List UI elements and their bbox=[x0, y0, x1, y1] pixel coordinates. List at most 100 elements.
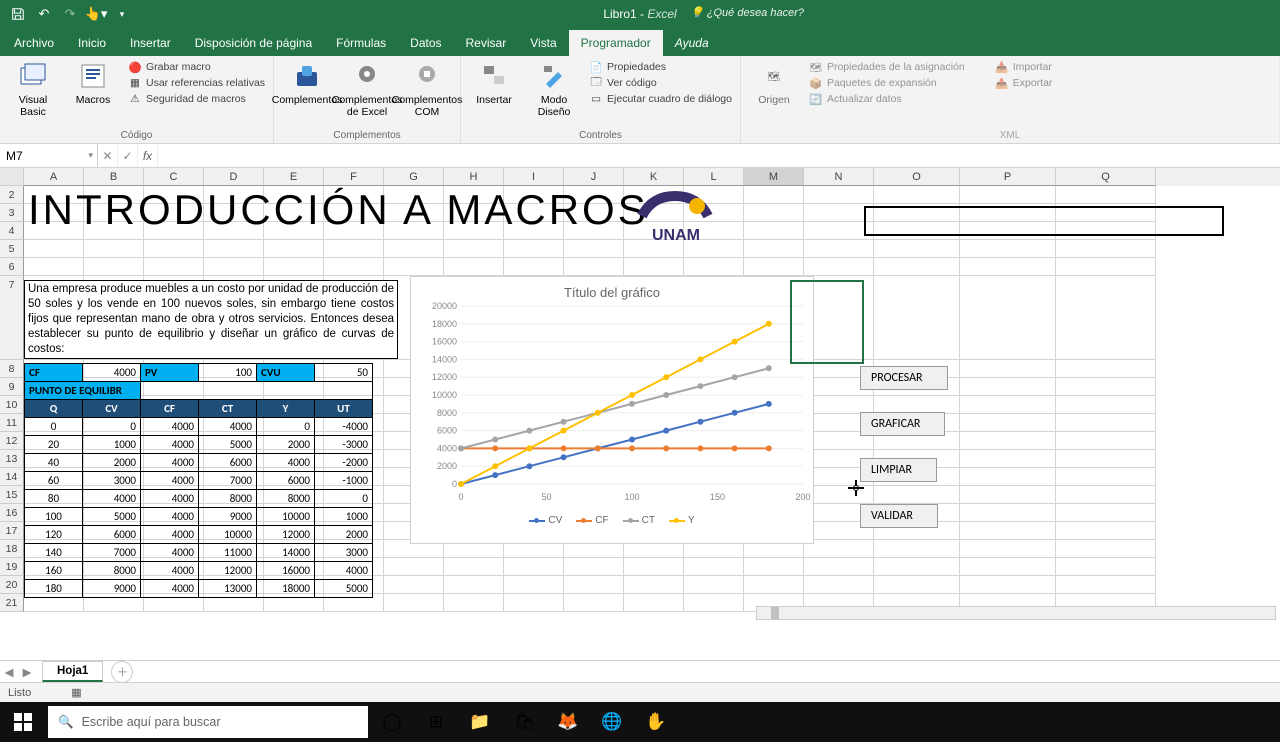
col-header-C[interactable]: C bbox=[144, 168, 204, 186]
row-header-16[interactable]: 16 bbox=[0, 504, 24, 522]
row-header-2[interactable]: 2 bbox=[0, 186, 24, 204]
row-header-4[interactable]: 4 bbox=[0, 222, 24, 240]
view-code-button[interactable]: 🗔Ver código bbox=[589, 76, 732, 90]
macro-button-limpiar[interactable]: LIMPIAR bbox=[860, 458, 937, 482]
taskbar-explorer-icon[interactable]: 📁 bbox=[458, 702, 502, 742]
excel-addins-button[interactable]: Complementos de Excel bbox=[342, 60, 392, 118]
row-header-7[interactable]: 7 bbox=[0, 276, 24, 360]
undo-icon[interactable]: ↶ bbox=[32, 2, 56, 26]
taskbar-store-icon[interactable]: 🛍 bbox=[502, 702, 546, 742]
macros-button[interactable]: Macros bbox=[68, 60, 118, 106]
col-header-O[interactable]: O bbox=[874, 168, 960, 186]
row-header-19[interactable]: 19 bbox=[0, 558, 24, 576]
row-header-9[interactable]: 9 bbox=[0, 378, 24, 396]
row-header-11[interactable]: 11 bbox=[0, 414, 24, 432]
taskbar-chrome-icon[interactable]: 🌐 bbox=[590, 702, 634, 742]
tell-me-search[interactable]: ¿Qué desea hacer? bbox=[690, 6, 804, 19]
xml-source-button[interactable]: 🗺Origen bbox=[749, 60, 799, 106]
tab-revisar[interactable]: Revisar bbox=[454, 30, 519, 56]
sheet-nav-next[interactable]: ▶ bbox=[18, 665, 36, 679]
row-header-6[interactable]: 6 bbox=[0, 258, 24, 276]
taskbar-firefox-icon[interactable]: 🦊 bbox=[546, 702, 590, 742]
fx-icon[interactable]: fx bbox=[138, 144, 158, 167]
relative-refs-button[interactable]: ▦Usar referencias relativas bbox=[128, 76, 265, 90]
taskbar-taskview-icon[interactable]: ⊞ bbox=[414, 702, 458, 742]
refresh-data-button[interactable]: 🔄Actualizar datos bbox=[809, 92, 965, 106]
horizontal-scrollbar[interactable] bbox=[756, 606, 1276, 620]
qat-customize-icon[interactable]: ▾ bbox=[110, 2, 134, 26]
insert-control-button[interactable]: Insertar bbox=[469, 60, 519, 106]
touch-mode-icon[interactable]: 👆▾ bbox=[84, 2, 108, 26]
chart[interactable]: Título del gráfico 020004000600080001000… bbox=[410, 276, 814, 544]
col-header-D[interactable]: D bbox=[204, 168, 264, 186]
tab-inicio[interactable]: Inicio bbox=[66, 30, 118, 56]
col-header-G[interactable]: G bbox=[384, 168, 444, 186]
col-header-I[interactable]: I bbox=[504, 168, 564, 186]
macro-button-procesar[interactable]: PROCESAR bbox=[860, 366, 948, 390]
tab-archivo[interactable]: Archivo bbox=[2, 30, 66, 56]
enter-formula-icon[interactable]: ✓ bbox=[118, 144, 138, 167]
import-button[interactable]: 📥Importar bbox=[995, 60, 1053, 74]
row-header-12[interactable]: 12 bbox=[0, 432, 24, 450]
tab-datos[interactable]: Datos bbox=[398, 30, 453, 56]
taskbar-app-icon[interactable]: ✋ bbox=[634, 702, 678, 742]
macro-button-validar[interactable]: VALIDAR bbox=[860, 504, 938, 528]
macro-button-graficar[interactable]: GRAFICAR bbox=[860, 412, 945, 436]
addins-button[interactable]: Complementos bbox=[282, 60, 332, 106]
tab-disposicion[interactable]: Disposición de página bbox=[183, 30, 324, 56]
row-header-14[interactable]: 14 bbox=[0, 468, 24, 486]
col-header-J[interactable]: J bbox=[564, 168, 624, 186]
run-dialog-button[interactable]: ▭Ejecutar cuadro de diálogo bbox=[589, 92, 732, 106]
com-addins-button[interactable]: Complementos COM bbox=[402, 60, 452, 118]
worksheet-grid[interactable]: ABCDEFGHIJKLMNOPQ 2345678910111213141516… bbox=[0, 168, 1280, 660]
col-header-K[interactable]: K bbox=[624, 168, 684, 186]
tab-insertar[interactable]: Insertar bbox=[118, 30, 183, 56]
row-header-18[interactable]: 18 bbox=[0, 540, 24, 558]
start-button[interactable] bbox=[0, 702, 46, 742]
row-header-13[interactable]: 13 bbox=[0, 450, 24, 468]
tab-vista[interactable]: Vista bbox=[518, 30, 568, 56]
col-header-H[interactable]: H bbox=[444, 168, 504, 186]
row-header-20[interactable]: 20 bbox=[0, 576, 24, 594]
save-icon[interactable] bbox=[6, 2, 30, 26]
col-header-M[interactable]: M bbox=[744, 168, 804, 186]
row-header-15[interactable]: 15 bbox=[0, 486, 24, 504]
col-header-Q[interactable]: Q bbox=[1056, 168, 1156, 186]
col-header-E[interactable]: E bbox=[264, 168, 324, 186]
active-cell-M7[interactable] bbox=[790, 280, 864, 364]
row-header-10[interactable]: 10 bbox=[0, 396, 24, 414]
record-macro-button[interactable]: 🔴Grabar macro bbox=[128, 60, 265, 74]
redo-icon[interactable]: ↷ bbox=[58, 2, 82, 26]
tab-formulas[interactable]: Fórmulas bbox=[324, 30, 398, 56]
col-header-N[interactable]: N bbox=[804, 168, 874, 186]
col-header-P[interactable]: P bbox=[960, 168, 1056, 186]
design-mode-button[interactable]: Modo Diseño bbox=[529, 60, 579, 118]
tab-programador[interactable]: Programador bbox=[569, 30, 663, 56]
taskbar-search[interactable]: 🔍Escribe aquí para buscar bbox=[48, 706, 368, 738]
name-box[interactable]: M7 bbox=[0, 144, 98, 167]
row-header-8[interactable]: 8 bbox=[0, 360, 24, 378]
row-header-3[interactable]: 3 bbox=[0, 204, 24, 222]
formula-input[interactable] bbox=[158, 144, 1280, 167]
select-all-corner[interactable] bbox=[0, 168, 24, 186]
col-header-L[interactable]: L bbox=[684, 168, 744, 186]
col-header-F[interactable]: F bbox=[324, 168, 384, 186]
macro-security-button[interactable]: ⚠Seguridad de macros bbox=[128, 92, 265, 106]
col-header-B[interactable]: B bbox=[84, 168, 144, 186]
row-header-5[interactable]: 5 bbox=[0, 240, 24, 258]
taskbar-cortana-icon[interactable]: ◯ bbox=[370, 702, 414, 742]
expansion-packs-button[interactable]: 📦Paquetes de expansión bbox=[809, 76, 965, 90]
properties-button[interactable]: 📄Propiedades bbox=[589, 60, 732, 74]
sheet-tab-hoja1[interactable]: Hoja1 bbox=[42, 661, 103, 682]
visual-basic-button[interactable]: Visual Basic bbox=[8, 60, 58, 118]
map-properties-button[interactable]: 🗺Propiedades de la asignación bbox=[809, 60, 965, 74]
col-header-A[interactable]: A bbox=[24, 168, 84, 186]
macro-record-status-icon[interactable]: ▦ bbox=[71, 686, 81, 699]
sheet-nav-prev[interactable]: ◀ bbox=[0, 665, 18, 679]
cancel-formula-icon[interactable]: ✕ bbox=[98, 144, 118, 167]
row-header-17[interactable]: 17 bbox=[0, 522, 24, 540]
row-header-21[interactable]: 21 bbox=[0, 594, 24, 612]
export-button[interactable]: 📤Exportar bbox=[995, 76, 1053, 90]
add-sheet-button[interactable]: ＋ bbox=[111, 661, 133, 683]
tab-ayuda[interactable]: Ayuda bbox=[663, 30, 721, 56]
